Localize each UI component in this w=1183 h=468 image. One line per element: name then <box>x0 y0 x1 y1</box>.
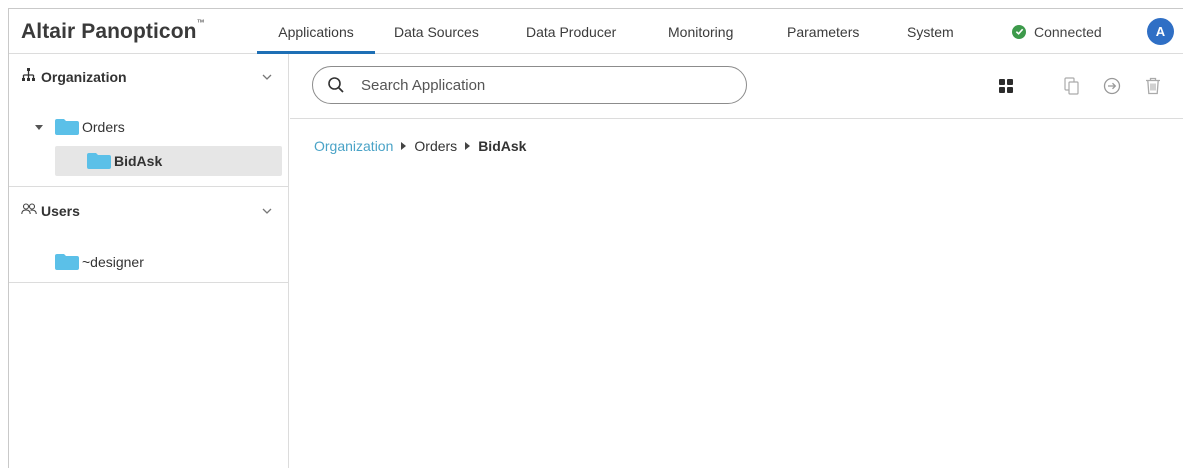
tree-item-label: BidAsk <box>114 153 163 169</box>
tree-item-bidask[interactable]: BidAsk <box>55 146 282 176</box>
tab-label: Data Sources <box>394 23 479 40</box>
tab-label: Data Producer <box>526 23 617 40</box>
tree-item-orders[interactable]: Orders <box>35 112 215 142</box>
users-icon <box>21 202 37 220</box>
move-icon[interactable] <box>1102 76 1122 96</box>
tab-label: Monitoring <box>668 23 734 40</box>
grid-view-icon[interactable] <box>996 76 1016 96</box>
search-input[interactable] <box>361 75 731 95</box>
users-section-header[interactable]: Users <box>9 196 289 226</box>
copy-icon[interactable] <box>1062 76 1082 96</box>
trash-icon[interactable] <box>1143 76 1163 96</box>
main-toolbar <box>290 54 1183 119</box>
user-avatar[interactable]: A <box>1147 18 1174 45</box>
breadcrumb-current: BidAsk <box>478 138 527 154</box>
tab-label: Applications <box>278 23 354 40</box>
caret-down-icon[interactable] <box>35 124 43 130</box>
top-navigation-bar: Altair Panopticon™ Applications Data Sou… <box>9 9 1183 54</box>
tree-item-designer[interactable]: ~designer <box>55 247 255 277</box>
tree-item-label: Orders <box>82 119 125 135</box>
chevron-down-icon[interactable] <box>261 204 273 222</box>
tab-parameters[interactable]: Parameters <box>787 9 859 54</box>
folder-icon <box>55 119 79 135</box>
status-label: Connected <box>1034 23 1102 40</box>
check-circle-icon <box>1012 24 1026 39</box>
breadcrumb-organization[interactable]: Organization <box>314 138 393 154</box>
organization-section-header[interactable]: Organization <box>9 62 289 92</box>
chevron-down-icon[interactable] <box>261 70 273 88</box>
breadcrumb-orders[interactable]: Orders <box>414 138 457 154</box>
connection-status: Connected <box>1012 9 1102 54</box>
brand-name: Altair Panopticon <box>21 20 197 43</box>
breadcrumb: Organization Orders BidAsk <box>314 138 526 154</box>
search-icon <box>327 76 345 99</box>
tab-data-sources[interactable]: Data Sources <box>394 9 479 54</box>
search-box[interactable] <box>312 66 747 104</box>
folder-icon <box>87 153 111 169</box>
hierarchy-icon <box>21 67 36 87</box>
folder-icon <box>55 254 79 270</box>
breadcrumb-separator-icon <box>465 142 471 150</box>
tree-item-label: ~designer <box>82 254 144 270</box>
users-title: Users <box>41 203 80 219</box>
tab-label: System <box>907 23 954 40</box>
avatar-initial: A <box>1155 24 1166 39</box>
brand-trademark: ™ <box>196 18 205 27</box>
tab-label: Parameters <box>787 23 860 40</box>
tab-system[interactable]: System <box>907 9 954 54</box>
organization-title: Organization <box>41 69 127 85</box>
app-logo: Altair Panopticon™ <box>21 18 205 44</box>
section-divider <box>9 282 289 283</box>
section-divider <box>9 186 289 187</box>
app-window: Altair Panopticon™ Applications Data Sou… <box>8 8 1183 468</box>
tab-applications[interactable]: Applications <box>257 9 375 54</box>
tab-monitoring[interactable]: Monitoring <box>668 9 733 54</box>
tab-data-producer[interactable]: Data Producer <box>526 9 616 54</box>
main-content: Organization Orders BidAsk <box>290 54 1183 468</box>
breadcrumb-separator-icon <box>401 142 407 150</box>
sidebar: Organization Orders BidAsk Users ~design… <box>9 54 289 468</box>
